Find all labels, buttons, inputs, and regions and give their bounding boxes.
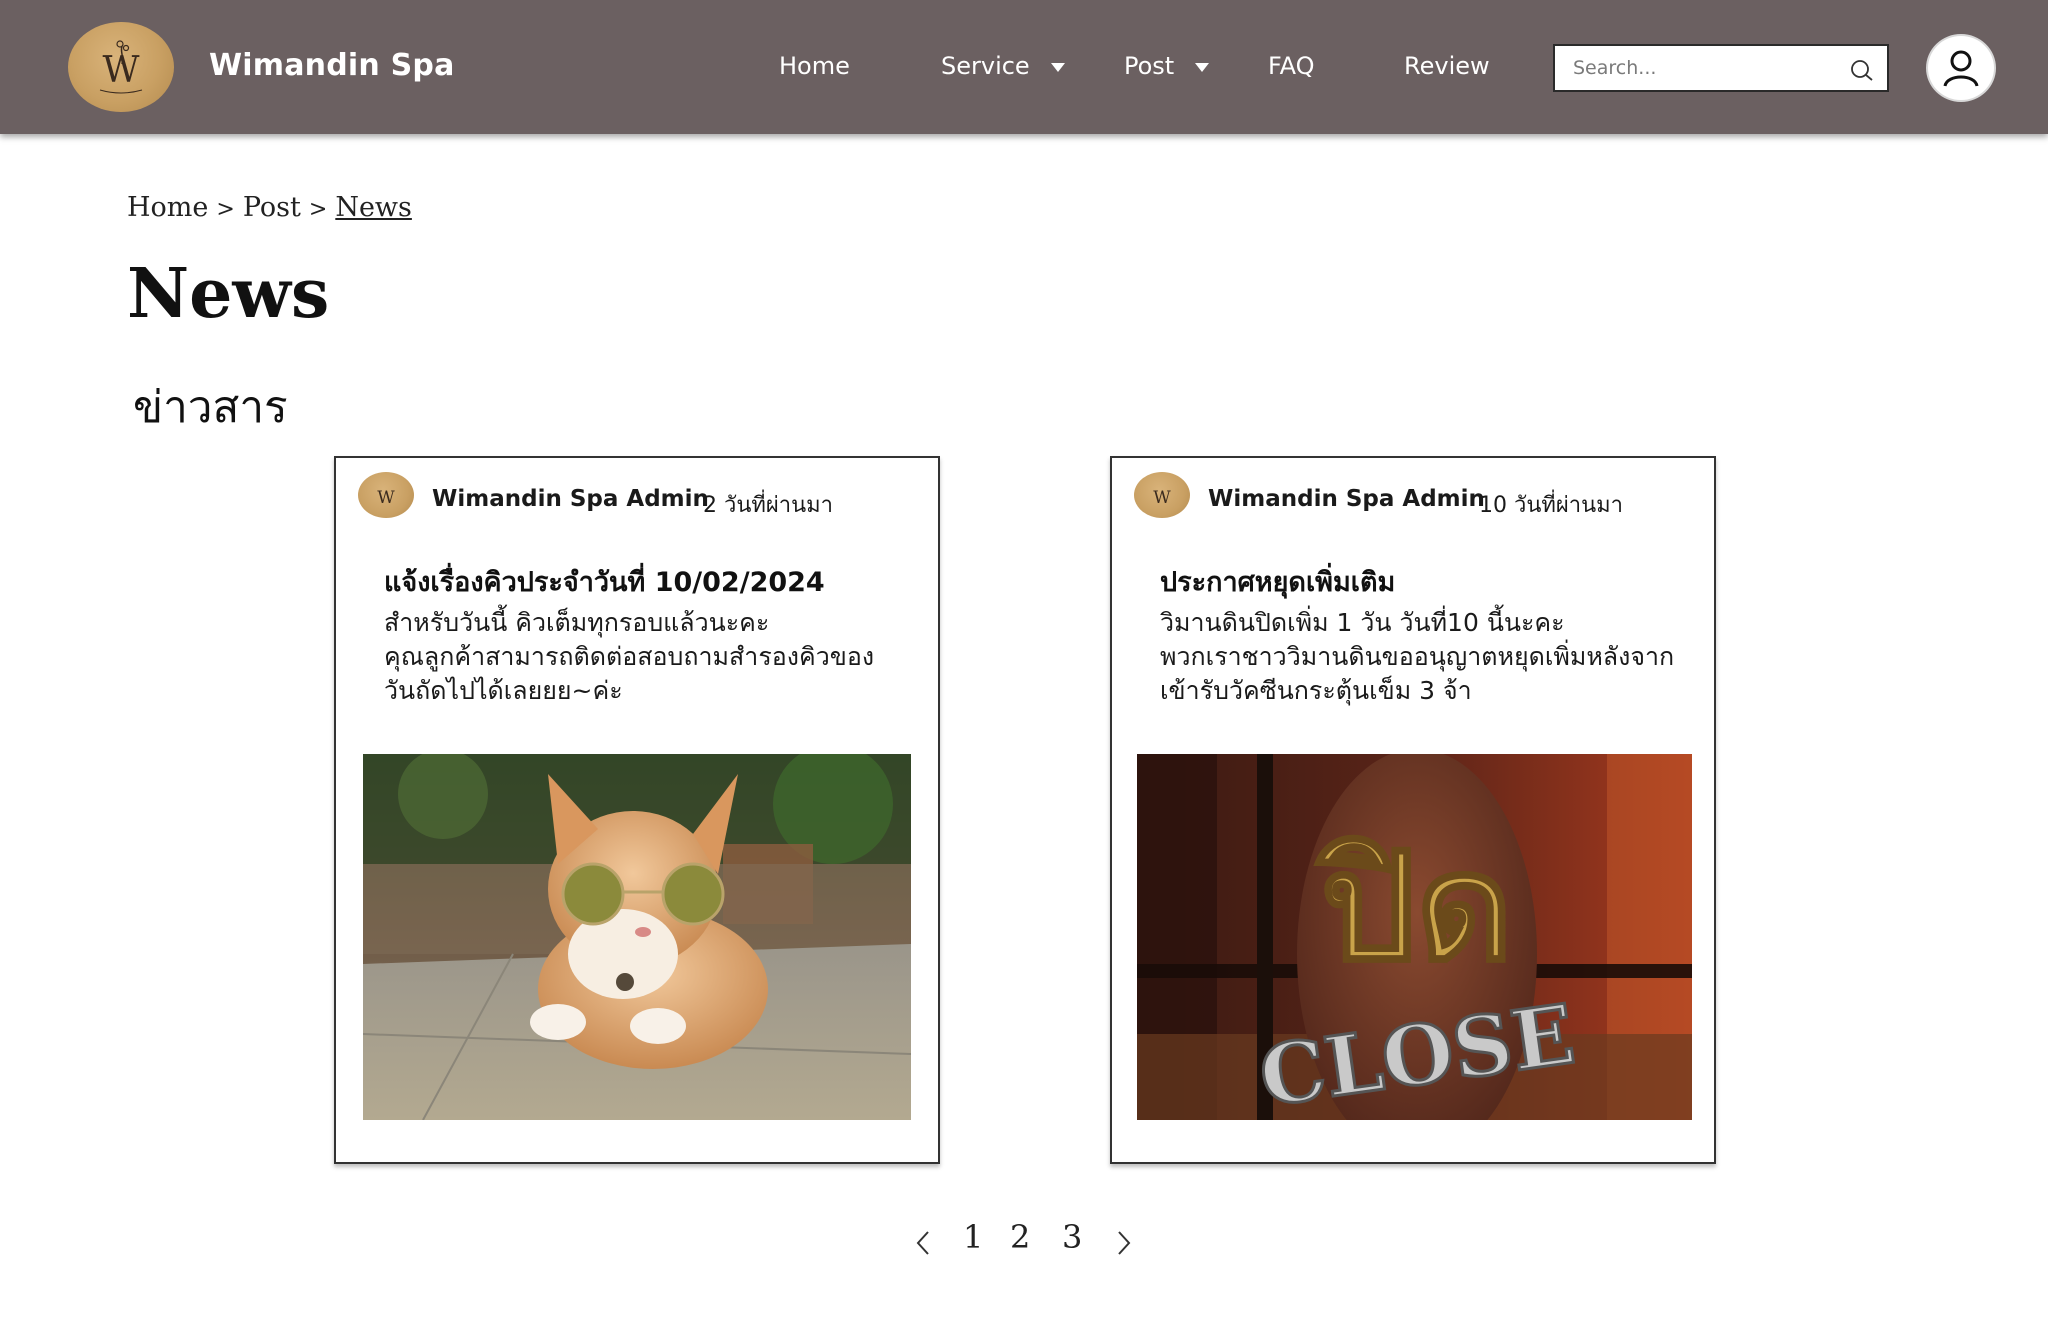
post-title[interactable]: ประกาศหยุดเพิ่มเติม — [1160, 560, 1700, 603]
cat-sunglasses-photo — [363, 754, 911, 1120]
nav-home[interactable]: Home — [779, 52, 850, 80]
post-body-line: วันถัดไปได้เลยยย~ค่ะ — [384, 676, 623, 705]
logo-monogram-icon: W — [99, 40, 143, 94]
page-link-2[interactable]: 2 — [1010, 1218, 1030, 1256]
post-author: Wimandin Spa Admin — [1208, 486, 1485, 512]
nav-service[interactable]: Service — [941, 52, 1030, 80]
logo-monogram-icon: W — [1153, 488, 1171, 508]
closed-sign-photo: ปิด CLOSE — [1137, 754, 1692, 1120]
author-avatar: W — [1134, 472, 1190, 518]
brand-logo[interactable]: W — [68, 22, 174, 112]
svg-text:W: W — [377, 488, 395, 508]
page-subtitle: ข่าวสาร — [133, 382, 288, 433]
breadcrumb: Home > Post > News — [127, 192, 412, 223]
post-body-line: คุณลูกค้าสามารถติดต่อสอบถามสำรองคิวของ — [384, 642, 875, 671]
nav-faq[interactable]: FAQ — [1268, 52, 1315, 80]
post-image[interactable] — [363, 754, 911, 1120]
page-title: News — [127, 254, 330, 334]
post-dropdown-caret-icon[interactable] — [1195, 63, 1209, 72]
previous-page-icon[interactable] — [914, 1228, 932, 1258]
next-page-icon[interactable] — [1115, 1228, 1133, 1258]
post-card[interactable]: W Wimandin Spa Admin 2 วันที่ผ่านมา แจ้ง… — [334, 456, 940, 1164]
breadcrumb-separator: > — [308, 197, 328, 222]
search-icon[interactable] — [1849, 57, 1875, 83]
post-time: 10 วันที่ผ่านมา — [1479, 493, 1624, 518]
brand-name[interactable]: Wimandin Spa — [209, 48, 455, 83]
sign-thai-text: ปิด — [1315, 821, 1513, 995]
post-body-line: วิมานดินปิดเพิ่ม 1 วัน วันที่10 นี้นะคะ — [1160, 608, 1565, 637]
post-body-line: เข้ารับวัคซีนกระตุ้นเข็ม 3 จ้า — [1160, 676, 1472, 705]
breadcrumb-separator: > — [216, 197, 235, 222]
user-account-button[interactable] — [1926, 34, 1996, 102]
logo-monogram-icon: W — [377, 488, 395, 508]
svg-text:W: W — [1153, 488, 1171, 508]
nav-post[interactable]: Post — [1124, 52, 1174, 80]
breadcrumb-home[interactable]: Home — [127, 192, 208, 223]
post-body-line: สำหรับวันนี้ คิวเต็มทุกรอบแล้วนะคะ — [384, 608, 770, 637]
post-image[interactable]: ปิด CLOSE — [1137, 754, 1692, 1120]
service-dropdown-caret-icon[interactable] — [1051, 63, 1065, 72]
search-box — [1553, 44, 1889, 92]
breadcrumb-news[interactable]: News — [335, 192, 412, 223]
page-link-3[interactable]: 3 — [1062, 1218, 1082, 1256]
user-icon — [1943, 50, 1979, 87]
breadcrumb-post[interactable]: Post — [243, 192, 301, 223]
page-link-1[interactable]: 1 — [963, 1218, 983, 1256]
post-body-line: พวกเราชาววิมานดินขออนุญาตหยุดเพิ่มหลังจา… — [1160, 642, 1675, 671]
post-body: สำหรับวันนี้ คิวเต็มทุกรอบแล้วนะคะ คุณลู… — [384, 606, 924, 708]
nav-review[interactable]: Review — [1404, 52, 1490, 80]
post-body: วิมานดินปิดเพิ่ม 1 วัน วันที่10 นี้นะคะ … — [1160, 606, 1720, 708]
post-card[interactable]: W Wimandin Spa Admin 10 วันที่ผ่านมา ประ… — [1110, 456, 1716, 1164]
svg-text:W: W — [102, 50, 139, 91]
top-navbar: W Wimandin Spa Home Service Post FAQ Rev… — [0, 0, 2048, 134]
post-author: Wimandin Spa Admin — [432, 486, 709, 512]
author-avatar: W — [358, 472, 414, 518]
post-time: 2 วันที่ผ่านมา — [703, 493, 834, 518]
post-title[interactable]: แจ้งเรื่องคิวประจำวันที่ 10/02/2024 — [384, 560, 924, 603]
search-input[interactable] — [1573, 52, 1833, 84]
